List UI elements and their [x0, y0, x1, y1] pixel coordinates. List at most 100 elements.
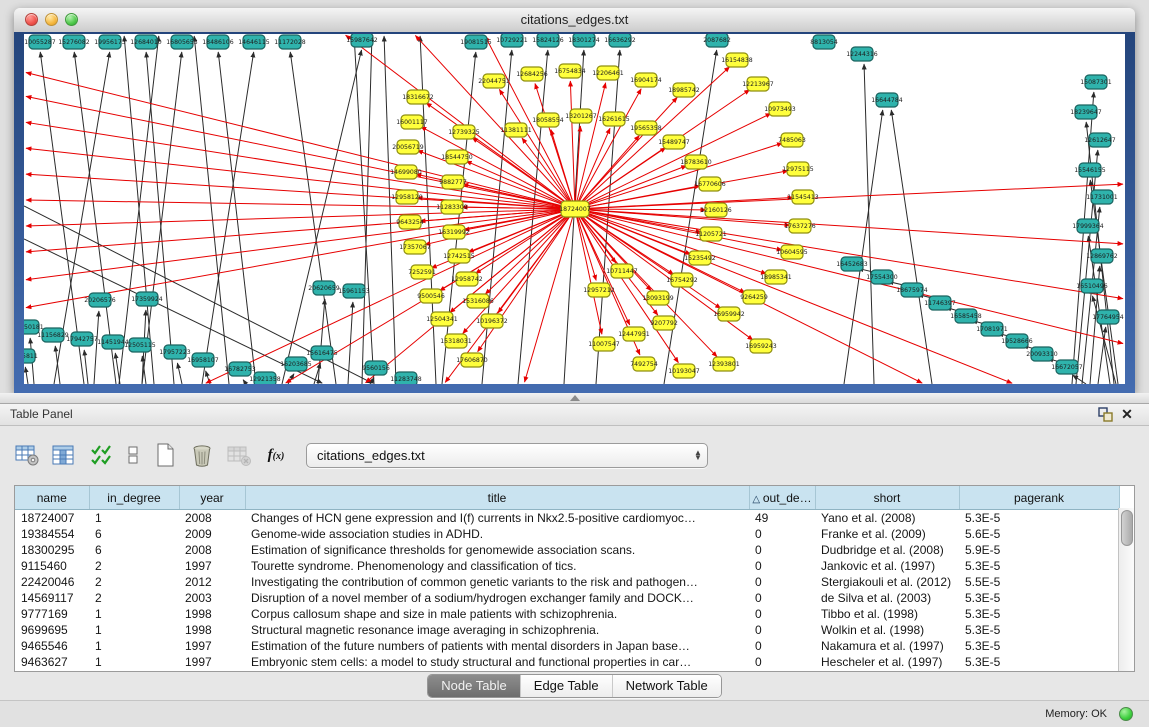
graph-node[interactable]: 18985341	[760, 270, 792, 284]
tab-node-table[interactable]: Node Table	[428, 675, 520, 697]
graph-node[interactable]: 16904174	[630, 73, 662, 87]
trash-icon[interactable]	[189, 442, 215, 468]
graph-node[interactable]: 17957223	[159, 345, 191, 359]
graph-node[interactable]: 16261615	[598, 112, 630, 126]
table-row[interactable]: 946554611997Estimation of the future num…	[15, 638, 1119, 654]
graph-node[interactable]: 10711447	[606, 264, 638, 278]
graph-node[interactable]: 14646115	[238, 35, 270, 49]
function-builder-icon[interactable]: f(x)	[263, 442, 289, 468]
graph-node[interactable]: 3915811	[24, 349, 38, 363]
column-header-short[interactable]: short	[815, 486, 959, 510]
graph-node[interactable]: 7252591	[408, 265, 436, 279]
graph-node[interactable]: 9560156	[362, 361, 390, 375]
graph-node[interactable]: 19956173	[94, 35, 126, 49]
table-settings-icon[interactable]	[14, 442, 40, 468]
graph-node[interactable]: 12505115	[124, 338, 156, 352]
graph-node[interactable]: 16959243	[745, 339, 777, 353]
graph-node[interactable]: 12684010	[130, 35, 162, 49]
graph-node[interactable]: 10604595	[776, 245, 808, 259]
delete-table-icon[interactable]	[226, 442, 252, 468]
graph-node[interactable]: 19081515	[460, 35, 492, 49]
graph-node[interactable]: 17764954	[1092, 310, 1124, 324]
graph-node[interactable]: 12958120	[391, 190, 423, 204]
graph-node[interactable]: 7485063	[778, 133, 806, 147]
graph-node[interactable]: 16636292	[604, 34, 636, 47]
graph-node[interactable]: 12244316	[846, 47, 878, 61]
graph-node[interactable]: 12206461	[592, 66, 624, 80]
close-panel-icon[interactable]: ✕	[1119, 407, 1135, 422]
graph-node[interactable]: 18239647	[1070, 105, 1102, 119]
graph-node[interactable]: 11283748	[390, 372, 422, 384]
graph-node[interactable]: 18486106	[202, 35, 234, 49]
graph-node[interactable]: 15961153	[338, 284, 370, 298]
table-row[interactable]: 2242004622012Investigating the contribut…	[15, 574, 1119, 590]
graph-node[interactable]: 22044751	[478, 74, 510, 88]
graph-node[interactable]: 16452683	[836, 257, 868, 271]
graph-node[interactable]: 18675974	[896, 283, 928, 297]
graph-node[interactable]: 15489747	[658, 135, 690, 149]
table-row[interactable]: 969969511998Structural magnetic resonanc…	[15, 622, 1119, 638]
graph-node[interactable]: 12612647	[1084, 133, 1116, 147]
graph-node[interactable]: 11746397	[924, 296, 956, 310]
graph-node[interactable]: 16001117	[396, 115, 428, 129]
graph-node[interactable]: 13201267	[565, 109, 597, 123]
float-window-icon[interactable]	[1097, 407, 1113, 422]
graph-node[interactable]: 7492754	[630, 357, 658, 371]
scrollbar-thumb[interactable]	[1121, 510, 1133, 546]
graph-node[interactable]: 12958742	[451, 272, 483, 286]
graph-node[interactable]: 12921358	[249, 372, 281, 384]
table-vertical-scrollbar[interactable]	[1118, 508, 1134, 671]
graph-node[interactable]: 11172028	[274, 35, 306, 49]
select-all-checks-icon[interactable]	[88, 442, 114, 468]
graph-node[interactable]: 20056719	[392, 140, 424, 154]
table-row[interactable]: 946362711997Embryonic stem cells: a mode…	[15, 654, 1119, 670]
graph-node[interactable]: 12160126	[700, 203, 732, 217]
graph-node[interactable]: 11545413	[787, 190, 819, 204]
graph-node[interactable]: 12213967	[742, 77, 774, 91]
graph-node[interactable]: 15087301	[1080, 75, 1112, 89]
graph-node[interactable]: 16782753	[224, 362, 256, 376]
graph-node[interactable]: 9643254	[396, 215, 424, 229]
graph-node[interactable]: 20620659	[308, 281, 340, 295]
graph-node[interactable]: 10973493	[764, 102, 796, 116]
graph-node[interactable]: 20206576	[84, 293, 116, 307]
graph-node[interactable]: 16805653	[166, 35, 198, 49]
graph-node[interactable]: 9500546	[417, 289, 445, 303]
rows-icon[interactable]	[125, 442, 141, 468]
graph-node[interactable]: 10193047	[668, 364, 700, 378]
graph-node[interactable]: 17606870	[456, 353, 488, 367]
graph-node[interactable]: 16770606	[694, 177, 726, 191]
table-row[interactable]: 1456911722003Disruption of a novel membe…	[15, 590, 1119, 606]
table-row[interactable]: 1830029562008Estimation of significance …	[15, 542, 1119, 558]
graph-node[interactable]: 18783610	[680, 155, 712, 169]
graph-node[interactable]: 12739325	[448, 125, 480, 139]
column-header-year[interactable]: year	[179, 486, 245, 510]
graph-node[interactable]: 16754292	[666, 273, 698, 287]
network-graph-canvas[interactable]: 1005528715276082199561731268401016805653…	[24, 34, 1125, 384]
zoom-window-button[interactable]	[65, 13, 78, 26]
column-header-name[interactable]: name	[15, 486, 89, 510]
table-selector[interactable]: citations_edges.txt ▲▼	[306, 443, 708, 468]
graph-node[interactable]: 9882777	[439, 175, 467, 189]
graph-node[interactable]: 18301274	[568, 34, 600, 47]
graph-node[interactable]: 2087682	[703, 34, 731, 47]
graph-node[interactable]: 16644784	[871, 93, 903, 107]
graph-node[interactable]: 17357067	[399, 240, 431, 254]
graph-node[interactable]: 15616475	[306, 346, 338, 360]
graph-node[interactable]: 11731001	[1086, 190, 1118, 204]
table-row[interactable]: 1872400712008Changes of HCN gene express…	[15, 510, 1119, 527]
graph-node[interactable]: 9264259	[740, 290, 768, 304]
column-header-out_degree[interactable]: △ out_de…	[749, 486, 815, 510]
graph-node[interactable]: 10729221	[496, 34, 528, 47]
graph-node[interactable]: 15318031	[440, 334, 472, 348]
graph-node[interactable]: 18316672	[402, 90, 434, 104]
graph-node[interactable]: 15824126	[532, 34, 564, 47]
new-file-icon[interactable]	[152, 442, 178, 468]
graph-node[interactable]: 17942757	[66, 332, 98, 346]
graph-node[interactable]: 10196372	[476, 314, 508, 328]
graph-node[interactable]: 17081971	[976, 322, 1008, 336]
graph-node[interactable]: 15235492	[684, 251, 716, 265]
graph-node[interactable]: 9207792	[650, 316, 678, 330]
graph-node[interactable]: 17999364	[1072, 219, 1104, 233]
minimize-window-button[interactable]	[45, 13, 58, 26]
